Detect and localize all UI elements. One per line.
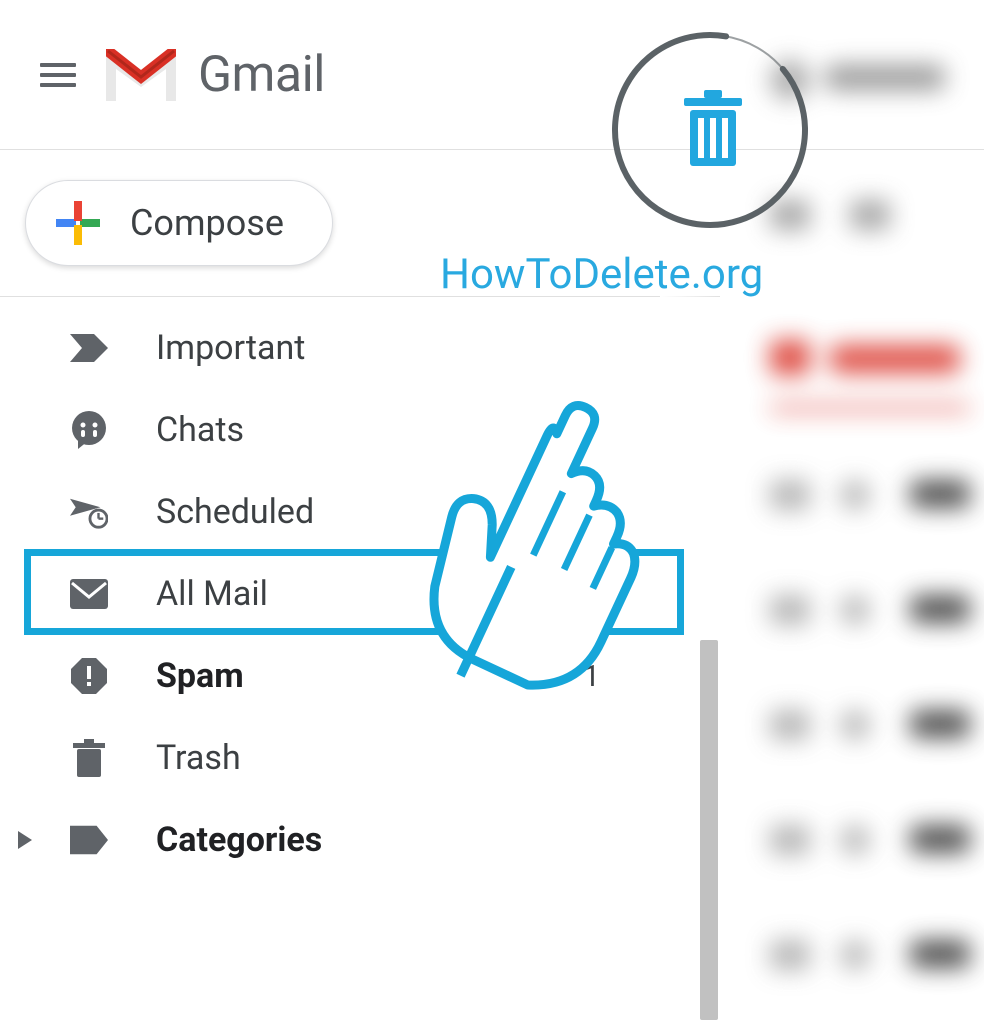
envelope-icon bbox=[70, 575, 108, 613]
sidebar-item-label: Important bbox=[156, 328, 720, 368]
label-icon bbox=[70, 821, 108, 859]
scheduled-icon bbox=[70, 493, 108, 531]
howtodelete-watermark-icon bbox=[600, 20, 820, 240]
sidebar-item-label: Chats bbox=[156, 410, 720, 450]
chats-icon bbox=[70, 411, 108, 449]
expand-caret-icon bbox=[18, 831, 32, 849]
trash-icon bbox=[680, 90, 746, 168]
app-header: Gmail bbox=[0, 0, 984, 150]
sidebar-item-categories[interactable]: Categories bbox=[0, 799, 720, 881]
sidebar-item-chats[interactable]: Chats bbox=[0, 389, 720, 471]
plus-icon bbox=[56, 201, 100, 245]
sidebar-item-label: Scheduled bbox=[156, 492, 720, 532]
sidebar-scrollbar-thumb[interactable] bbox=[700, 640, 718, 1020]
sidebar-item-label: Spam bbox=[156, 656, 535, 696]
sidebar-nav-list: Important Chats Scheduled bbox=[0, 307, 720, 881]
sidebar-item-label: All Mail bbox=[156, 574, 720, 614]
important-icon bbox=[70, 329, 108, 367]
sidebar-item-label: Categories bbox=[156, 820, 720, 860]
sidebar-item-all-mail[interactable]: All Mail bbox=[0, 553, 720, 635]
main-menu-button[interactable] bbox=[40, 63, 76, 87]
howtodelete-watermark-text: HowToDelete.org bbox=[440, 250, 763, 299]
sidebar-item-label: Trash bbox=[156, 738, 720, 778]
compose-button[interactable]: Compose bbox=[25, 180, 333, 266]
sidebar-item-important[interactable]: Important bbox=[0, 307, 720, 389]
spam-icon bbox=[70, 657, 108, 695]
sidebar-item-spam[interactable]: Spam 1 bbox=[0, 635, 720, 717]
sidebar-item-trash[interactable]: Trash bbox=[0, 717, 720, 799]
app-name: Gmail bbox=[198, 46, 325, 104]
gmail-logo[interactable]: Gmail bbox=[106, 46, 325, 104]
sidebar-item-scheduled[interactable]: Scheduled bbox=[0, 471, 720, 553]
gmail-m-icon bbox=[106, 49, 176, 101]
trash-bin-icon bbox=[70, 739, 108, 777]
compose-label: Compose bbox=[130, 202, 284, 244]
sidebar-item-count: 1 bbox=[583, 659, 600, 694]
